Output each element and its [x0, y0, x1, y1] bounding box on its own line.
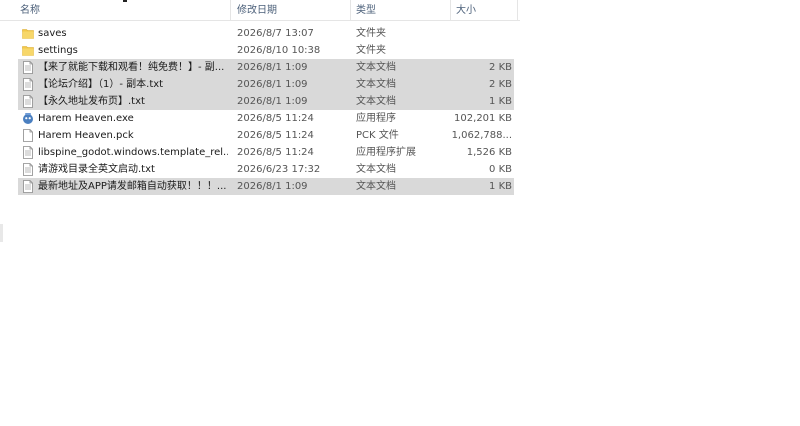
file-row[interactable]: Harem Heaven.pck 2026/8/5 11:24 PCK 文件 1,06…	[18, 127, 514, 144]
file-type: 文本文档	[356, 96, 396, 107]
text-file-icon	[23, 180, 33, 193]
column-header-date[interactable]: 修改日期	[237, 3, 277, 19]
column-divider[interactable]	[350, 0, 351, 20]
file-type: 文本文档	[356, 79, 396, 90]
file-size: 0 KB	[489, 164, 512, 175]
scrollbar-marker[interactable]	[0, 224, 3, 242]
file-name: Harem Heaven.exe	[38, 113, 134, 124]
file-type: 文件夹	[356, 28, 386, 39]
file-date: 2026/8/5 11:24	[237, 113, 314, 124]
file-type: 文本文档	[356, 164, 396, 175]
file-name: saves	[38, 28, 67, 39]
dll-file-icon	[23, 146, 33, 159]
folder-icon	[22, 46, 34, 56]
file-date: 2026/8/1 1:09	[237, 62, 308, 73]
file-name: 最新地址及APP请发邮箱自动获取！！！...	[38, 181, 227, 192]
text-file-icon	[23, 61, 33, 74]
file-size: 1 KB	[489, 181, 512, 192]
file-size: 1,526 KB	[466, 147, 512, 158]
file-name: 请游戏目录全英文启动.txt	[38, 164, 155, 175]
file-date: 2026/8/5 11:24	[237, 147, 314, 158]
file-name: Harem Heaven.pck	[38, 130, 134, 141]
file-type: 应用程序扩展	[356, 147, 416, 158]
column-header-name[interactable]: 名称	[20, 3, 40, 19]
file-name: libspine_godot.windows.template_rel...	[38, 147, 228, 158]
file-row[interactable]: Harem Heaven.exe 2026/8/5 11:24 应用程序 102,20…	[18, 110, 514, 127]
column-divider[interactable]	[517, 0, 518, 20]
text-file-icon	[23, 95, 33, 108]
file-size: 102,201 KB	[454, 113, 512, 124]
file-date: 2026/8/1 1:09	[237, 181, 308, 192]
column-divider[interactable]	[230, 0, 231, 20]
file-row[interactable]: saves 2026/8/7 13:07 文件夹	[18, 25, 514, 42]
text-file-icon	[23, 78, 33, 91]
file-date: 2026/8/7 13:07	[237, 28, 314, 39]
file-date: 2026/8/5 11:24	[237, 130, 314, 141]
file-row[interactable]: 请游戏目录全英文启动.txt 2026/6/23 17:32 文本文档 0 KB	[18, 161, 514, 178]
file-row[interactable]: libspine_godot.windows.template_rel... 20…	[18, 144, 514, 161]
file-row[interactable]: 最新地址及APP请发邮箱自动获取！！！... 2026/8/1 1:09 文本文档 1…	[18, 178, 514, 195]
file-name: 【来了就能下载和观看！纯免费！】- 副...	[38, 62, 225, 73]
folder-icon	[22, 29, 34, 39]
file-date: 2026/8/10 10:38	[237, 45, 321, 56]
column-header-type[interactable]: 类型	[356, 3, 376, 19]
file-type: 文本文档	[356, 62, 396, 73]
file-date: 2026/6/23 17:32	[237, 164, 321, 175]
file-name: settings	[38, 45, 78, 56]
file-type: 文件夹	[356, 45, 386, 56]
file-size: 1 KB	[489, 96, 512, 107]
file-size: 2 KB	[489, 79, 512, 90]
column-divider[interactable]	[450, 0, 451, 20]
column-header-bar: 名称 修改日期 类型 大小	[0, 0, 520, 21]
file-type: 应用程序	[356, 113, 396, 124]
file-type: 文本文档	[356, 181, 396, 192]
file-size	[448, 25, 512, 42]
text-file-icon	[23, 163, 33, 176]
file-name: 【永久地址发布页】.txt	[38, 96, 145, 107]
file-row[interactable]: 【论坛介绍】（1）- 副本.txt 2026/8/1 1:09 文本文档 2 KB	[18, 76, 514, 93]
file-row[interactable]: 【永久地址发布页】.txt 2026/8/1 1:09 文本文档 1 KB	[18, 93, 514, 110]
file-row[interactable]: 【来了就能下载和观看！纯免费！】- 副... 2026/8/1 1:09 文本文档 2…	[18, 59, 514, 76]
file-row[interactable]: settings 2026/8/10 10:38 文件夹	[18, 42, 514, 59]
file-name: 【论坛介绍】（1）- 副本.txt	[38, 79, 164, 90]
file-date: 2026/8/1 1:09	[237, 96, 308, 107]
app-exe-icon	[23, 113, 33, 124]
file-size: 1,062,788...	[451, 130, 512, 141]
file-date: 2026/8/1 1:09	[237, 79, 308, 90]
column-header-size[interactable]: 大小	[456, 3, 476, 19]
file-type: PCK 文件	[356, 130, 399, 141]
file-size: 2 KB	[489, 62, 512, 73]
file-size	[448, 42, 512, 59]
blank-file-icon	[23, 129, 33, 142]
